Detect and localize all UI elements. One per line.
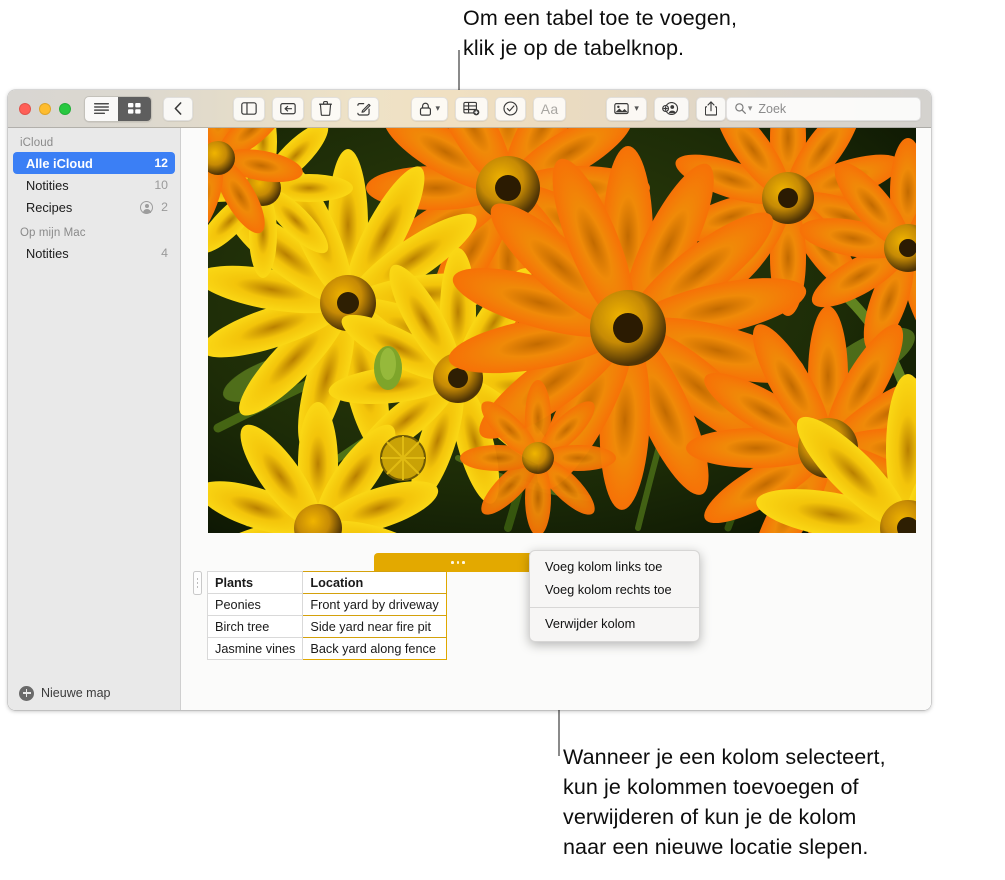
sidebar-group-icloud: iCloud Alle iCloud 12 Notities 10 Recipe…: [8, 128, 180, 218]
sidebar-item-label: Notities: [26, 245, 69, 261]
window-toolbar: ▾ Aa ▾ ▾ Zoek: [8, 90, 931, 128]
media-button[interactable]: ▾: [606, 96, 647, 121]
menu-separator: [530, 607, 699, 608]
table-cell[interactable]: Front yard by driveway: [302, 593, 447, 616]
menu-item-add-column-right[interactable]: Voeg kolom rechts toe: [530, 579, 699, 602]
search-placeholder: Zoek: [758, 101, 787, 116]
table-header-cell[interactable]: Plants: [206, 571, 304, 594]
sidebar-item-recipes[interactable]: Recipes 2: [13, 196, 175, 218]
table-cell[interactable]: Side yard near fire pit: [302, 615, 447, 638]
sidebar: iCloud Alle iCloud 12 Notities 10 Recipe…: [8, 128, 181, 710]
sidebar-item-count: 12: [154, 156, 168, 170]
format-button: Aa: [532, 96, 567, 121]
table-header-cell[interactable]: Location: [302, 571, 447, 594]
close-button[interactable]: [19, 102, 31, 115]
table-cell[interactable]: Birch tree: [206, 615, 304, 638]
plus-circle-icon: [19, 685, 34, 701]
table-row-handle[interactable]: [193, 571, 202, 595]
sidebar-item-count: 2: [161, 200, 168, 214]
new-note-button[interactable]: [347, 96, 379, 121]
toggle-sidebar-button[interactable]: [232, 96, 265, 121]
shared-person-icon: [140, 200, 154, 214]
table-row: Peonies Front yard by driveway: [206, 593, 447, 616]
notes-window: ▾ Aa ▾ ▾ Zoek iCloud Alle iCloud 12 Noti…: [8, 90, 931, 710]
table-row: Jasmine vines Back yard along fence: [206, 637, 447, 660]
view-mode-segmented-control[interactable]: [84, 95, 152, 122]
handle-dot: [196, 586, 199, 589]
column-context-menu[interactable]: Voeg kolom links toe Voeg kolom rechts t…: [529, 550, 700, 642]
table-button[interactable]: [454, 96, 488, 121]
sidebar-item-count: 4: [161, 246, 168, 260]
sidebar-item-label: Notities: [26, 177, 69, 193]
gallery-view-button[interactable]: [117, 96, 151, 121]
table-header-row: Plants Location: [206, 571, 447, 594]
sidebar-group-on-my-mac: Op mijn Mac Notities 4: [8, 218, 180, 264]
table-column-handle[interactable]: [374, 553, 542, 572]
handle-dot: [462, 561, 465, 564]
screenshot-root: Om een tabel toe te voegen, klik je op d…: [0, 0, 1005, 880]
search-icon: [735, 103, 746, 114]
chevron-down-icon: ▾: [435, 103, 440, 113]
table-cell[interactable]: Jasmine vines: [206, 637, 304, 660]
sidebar-item-count: 10: [154, 178, 168, 192]
chevron-down-icon: ▾: [634, 103, 639, 113]
zoom-button[interactable]: [59, 102, 71, 115]
plants-table[interactable]: Plants Location Peonies Front yard by dr…: [206, 571, 447, 660]
search-field[interactable]: ▾ Zoek: [725, 96, 922, 121]
table-row: Birch tree Side yard near fire pit: [206, 615, 447, 638]
new-folder-button[interactable]: Nieuwe map: [8, 676, 181, 710]
sidebar-item-notities-icloud[interactable]: Notities 10: [13, 174, 175, 196]
minimize-button[interactable]: [39, 102, 51, 115]
sidebar-item-notities-mac[interactable]: Notities 4: [13, 242, 175, 264]
table-cell[interactable]: Back yard along fence: [302, 637, 447, 660]
sidebar-item-label: Recipes: [26, 199, 73, 215]
handle-dot: [451, 561, 454, 564]
sidebar-group-title: iCloud: [20, 137, 54, 149]
move-to-folder-button[interactable]: [271, 96, 304, 121]
back-button[interactable]: [162, 96, 193, 121]
callout-text-top: Om een tabel toe te voegen, klik je op d…: [463, 6, 738, 60]
handle-dot: [196, 577, 199, 580]
new-folder-label: Nieuwe map: [41, 686, 111, 700]
share-button[interactable]: [695, 96, 726, 121]
checklist-button[interactable]: [494, 96, 526, 121]
format-label: Aa: [540, 100, 559, 117]
menu-item-add-column-left[interactable]: Voeg kolom links toe: [530, 556, 699, 579]
handle-dot: [456, 561, 460, 564]
sidebar-item-alle-icloud[interactable]: Alle iCloud 12: [13, 152, 175, 174]
window-body: iCloud Alle iCloud 12 Notities 10 Recipe…: [8, 128, 931, 710]
sidebar-item-label: Alle iCloud: [26, 155, 93, 171]
delete-note-button[interactable]: [310, 96, 341, 121]
menu-item-delete-column[interactable]: Verwijder kolom: [530, 613, 699, 636]
traffic-light-buttons: [19, 102, 71, 115]
chevron-down-icon: ▾: [747, 103, 753, 113]
add-people-button[interactable]: [653, 96, 689, 121]
note-photo[interactable]: [208, 128, 916, 533]
handle-dot: [196, 582, 199, 584]
lock-button[interactable]: ▾: [410, 96, 448, 121]
table-cell[interactable]: Peonies: [206, 593, 304, 616]
sidebar-group-title: Op mijn Mac: [20, 227, 86, 239]
list-view-button[interactable]: [85, 96, 118, 121]
callout-text-bottom: Wanneer je een kolom selecteert, kun je …: [563, 745, 886, 859]
flowers-photo-illustration: [208, 128, 916, 533]
